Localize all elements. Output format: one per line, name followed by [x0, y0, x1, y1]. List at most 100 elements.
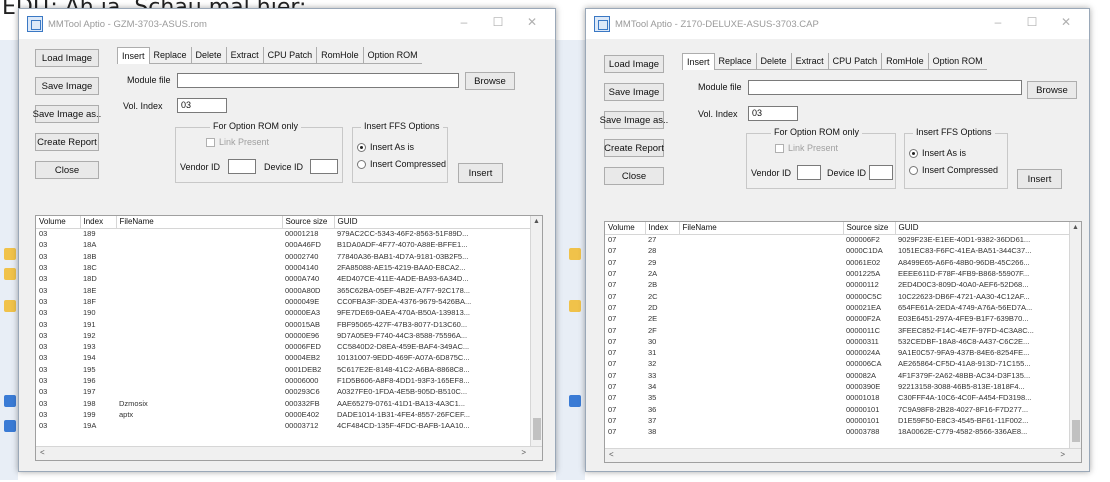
- column-header[interactable]: FileName: [116, 216, 283, 229]
- browse-button[interactable]: Browse: [1027, 81, 1077, 99]
- tab-romhole[interactable]: RomHole: [317, 47, 364, 63]
- column-header[interactable]: GUID: [895, 222, 1072, 235]
- table-row[interactable]: 03 199 aptx 0000E402 DADE1014-1B31-4FE4-8557…: [36, 409, 534, 420]
- link-present-checkbox[interactable]: Link Present: [206, 137, 269, 148]
- close-window-button[interactable]: ✕: [515, 15, 549, 29]
- column-header[interactable]: Volume: [605, 222, 646, 235]
- insert-as-is-radio[interactable]: Insert As is: [357, 142, 414, 153]
- table-row[interactable]: 03 18C 00004140 2FA85088-AE15-4219-BAA0-E8C…: [36, 262, 534, 273]
- column-header[interactable]: GUID: [334, 216, 535, 229]
- vendor-id-input[interactable]: [797, 165, 821, 180]
- close-button[interactable]: Close: [604, 167, 664, 185]
- table-row[interactable]: 07 2F 0000011C 3FEEC852-F14C-4E7F-97FD-4C3A…: [605, 324, 1071, 335]
- table-row[interactable]: 07 2D 000021EA 654FE61A-2EDA-4749-A76A-56ED…: [605, 302, 1071, 313]
- save-image-button[interactable]: Save Image: [35, 77, 99, 95]
- save-image-as-button[interactable]: Save Image as..: [33, 105, 101, 123]
- scroll-up-icon[interactable]: ▲: [533, 218, 540, 225]
- insert-button[interactable]: Insert: [1017, 169, 1062, 189]
- table-row[interactable]: 03 189 00001218 979AC2CC-5343-46F2-8563-51F…: [36, 228, 534, 239]
- table-row[interactable]: 07 30 00000311 532CEDBF-18A8-46C8-A437-C6C2…: [605, 336, 1071, 347]
- tab-delete[interactable]: Delete: [757, 53, 792, 69]
- table-row[interactable]: 03 18E 0000A80D 365C62BA-05EF-4B2E-A7F7-92C…: [36, 284, 534, 295]
- column-header[interactable]: FileName: [679, 222, 844, 235]
- table-row[interactable]: 03 18F 0000049E CC0FBA3F-3DEA-4376-9679-542…: [36, 296, 534, 307]
- insert-compressed-radio[interactable]: Insert Compressed: [357, 159, 446, 170]
- create-report-button[interactable]: Create Report: [35, 133, 99, 151]
- table-row[interactable]: 03 192 00000E96 9D7A05E9-F740-44C3-8588-755…: [36, 330, 534, 341]
- table-row[interactable]: 07 32 000006CA AE265864-CF5D-41A8-913D-71C1…: [605, 358, 1071, 369]
- module-file-input[interactable]: [748, 80, 1022, 95]
- scroll-left-icon[interactable]: <: [609, 450, 614, 459]
- insert-compressed-radio[interactable]: Insert Compressed: [909, 165, 998, 176]
- table-row[interactable]: 03 191 000015AB FBF95065-427F-47B3-8077-D13…: [36, 318, 534, 329]
- close-button[interactable]: Close: [35, 161, 99, 179]
- scroll-up-icon[interactable]: ▲: [1072, 224, 1079, 231]
- vol-index-input[interactable]: 03: [748, 106, 798, 121]
- tab-insert[interactable]: Insert: [117, 47, 150, 64]
- tab-replace[interactable]: Replace: [150, 47, 192, 63]
- table-row[interactable]: 07 36 00000101 7C9A98F8-2B28-4027-8F16-F7D2…: [605, 403, 1071, 414]
- table-row[interactable]: 07 2A 0001225A EEEE611D-F78F-4FB9-B868-5590…: [605, 268, 1071, 279]
- insert-as-is-radio[interactable]: Insert As is: [909, 148, 966, 159]
- table-row[interactable]: 07 34 0000390E 92213158-3088-46B5-813E-1818…: [605, 381, 1071, 392]
- create-report-button[interactable]: Create Report: [604, 139, 664, 157]
- table-row[interactable]: 07 27 000006F2 9029F23E-E1EE-40D1-9382-36DD…: [605, 234, 1071, 245]
- device-id-input[interactable]: [310, 159, 338, 174]
- table-row[interactable]: 03 193 00006FED CC5840D2-D8EA-459E-BAF4-349…: [36, 341, 534, 352]
- table-row[interactable]: 03 18A 000A46FD B1DA0ADF-4F77-4070-A88E-BFF…: [36, 239, 534, 250]
- tab-option-rom[interactable]: Option ROM: [929, 53, 987, 69]
- close-window-button[interactable]: ✕: [1049, 15, 1083, 29]
- horizontal-scrollbar[interactable]: < >: [36, 446, 542, 460]
- table-row[interactable]: 07 28 0000C1DA 1051EC83-F6FC-41EA-BA51-344C…: [605, 245, 1071, 256]
- table-row[interactable]: 03 197 000293C6 A0327FE0-1FDA-4E5B-905D-B51…: [36, 386, 534, 397]
- minimize-button[interactable]: –: [981, 15, 1015, 29]
- tab-extract[interactable]: Extract: [227, 47, 264, 63]
- table-row[interactable]: 07 38 00003788 18A0062E-C779-4582-8566-336A…: [605, 426, 1071, 437]
- maximize-button[interactable]: ☐: [1015, 15, 1049, 29]
- tab-option-rom[interactable]: Option ROM: [364, 47, 422, 63]
- tab-delete[interactable]: Delete: [192, 47, 227, 63]
- table-row[interactable]: 07 2B 00000112 2ED4D0C3-809D-40A0-AEF6-52D6…: [605, 279, 1071, 290]
- tab-extract[interactable]: Extract: [792, 53, 829, 69]
- vertical-scrollbar[interactable]: ▲: [530, 216, 542, 446]
- scroll-right-icon[interactable]: >: [521, 448, 526, 457]
- tab-romhole[interactable]: RomHole: [882, 53, 929, 69]
- table-row[interactable]: 07 33 000082A 4F1F379F-2A62-48BB-AC34-D3F13…: [605, 370, 1071, 381]
- load-image-button[interactable]: Load Image: [604, 55, 664, 73]
- table-row[interactable]: 03 196 00006000 F1D5B606-A8F8-4DD1-93F3-165…: [36, 375, 534, 386]
- table-row[interactable]: 03 18B 00002740 77840A36-BAB1-4D7A-9181-03B…: [36, 251, 534, 262]
- table-row[interactable]: 07 37 00000101 D1E59F50-E8C3-4545-BF61-11F0…: [605, 415, 1071, 426]
- table-row[interactable]: 03 18D 0000A740 4ED407CE-411E-4ADE-BA93-6A3…: [36, 273, 534, 284]
- vertical-scrollbar[interactable]: ▲: [1069, 222, 1081, 448]
- column-header[interactable]: Source size: [843, 222, 896, 235]
- scroll-thumb[interactable]: [1072, 420, 1080, 442]
- table-row[interactable]: 03 190 00000EA3 9FE7DE69-0AEA-470A-B50A-139…: [36, 307, 534, 318]
- table-row[interactable]: 07 31 0000024A 9A1E0C57-9FA9-437B-84E6-8254…: [605, 347, 1071, 358]
- tab-cpu-patch[interactable]: CPU Patch: [264, 47, 318, 63]
- module-file-input[interactable]: [177, 73, 459, 88]
- scroll-thumb[interactable]: [533, 418, 541, 440]
- maximize-button[interactable]: ☐: [481, 15, 515, 29]
- load-image-button[interactable]: Load Image: [35, 49, 99, 67]
- table-row[interactable]: 03 195 0001DEB2 5C617E2E-8148-41C2-A6BA-886…: [36, 364, 534, 375]
- column-header[interactable]: Volume: [36, 216, 81, 229]
- vol-index-input[interactable]: 03: [177, 98, 227, 113]
- table-row[interactable]: 03 194 00004EB2 10131007-9EDD-469F-A07A-6D8…: [36, 352, 534, 363]
- table-row[interactable]: 07 29 00061E02 A8499E65-A6F6-48B0-96DB-45C2…: [605, 257, 1071, 268]
- device-id-input[interactable]: [869, 165, 893, 180]
- column-header[interactable]: Index: [80, 216, 117, 229]
- table-row[interactable]: 07 2C 00000C5C 10C22623-DB6F-4721-AA30-4C12…: [605, 290, 1071, 301]
- column-header[interactable]: Source size: [282, 216, 335, 229]
- table-row[interactable]: 03 198 Dzmosix 000332FB AAE65279-0761-41D1-B…: [36, 397, 534, 408]
- tab-cpu-patch[interactable]: CPU Patch: [829, 53, 883, 69]
- table-row[interactable]: 07 35 00001018 C30FFF4A-10C6-4C0F-A454-FD31…: [605, 392, 1071, 403]
- scroll-left-icon[interactable]: <: [40, 448, 45, 457]
- horizontal-scrollbar[interactable]: < >: [605, 448, 1081, 462]
- vendor-id-input[interactable]: [228, 159, 256, 174]
- link-present-checkbox[interactable]: Link Present: [775, 143, 838, 154]
- table-row[interactable]: 07 2E 00000F2A E03E6451-297A-4FE9-B1F7-639B…: [605, 313, 1071, 324]
- tab-insert[interactable]: Insert: [682, 53, 715, 70]
- table-row[interactable]: 03 19A 00003712 4CF484CD-135F-4FDC-BAFB-1AA…: [36, 420, 534, 431]
- save-image-as-button[interactable]: Save Image as..: [600, 111, 668, 129]
- browse-button[interactable]: Browse: [465, 72, 515, 90]
